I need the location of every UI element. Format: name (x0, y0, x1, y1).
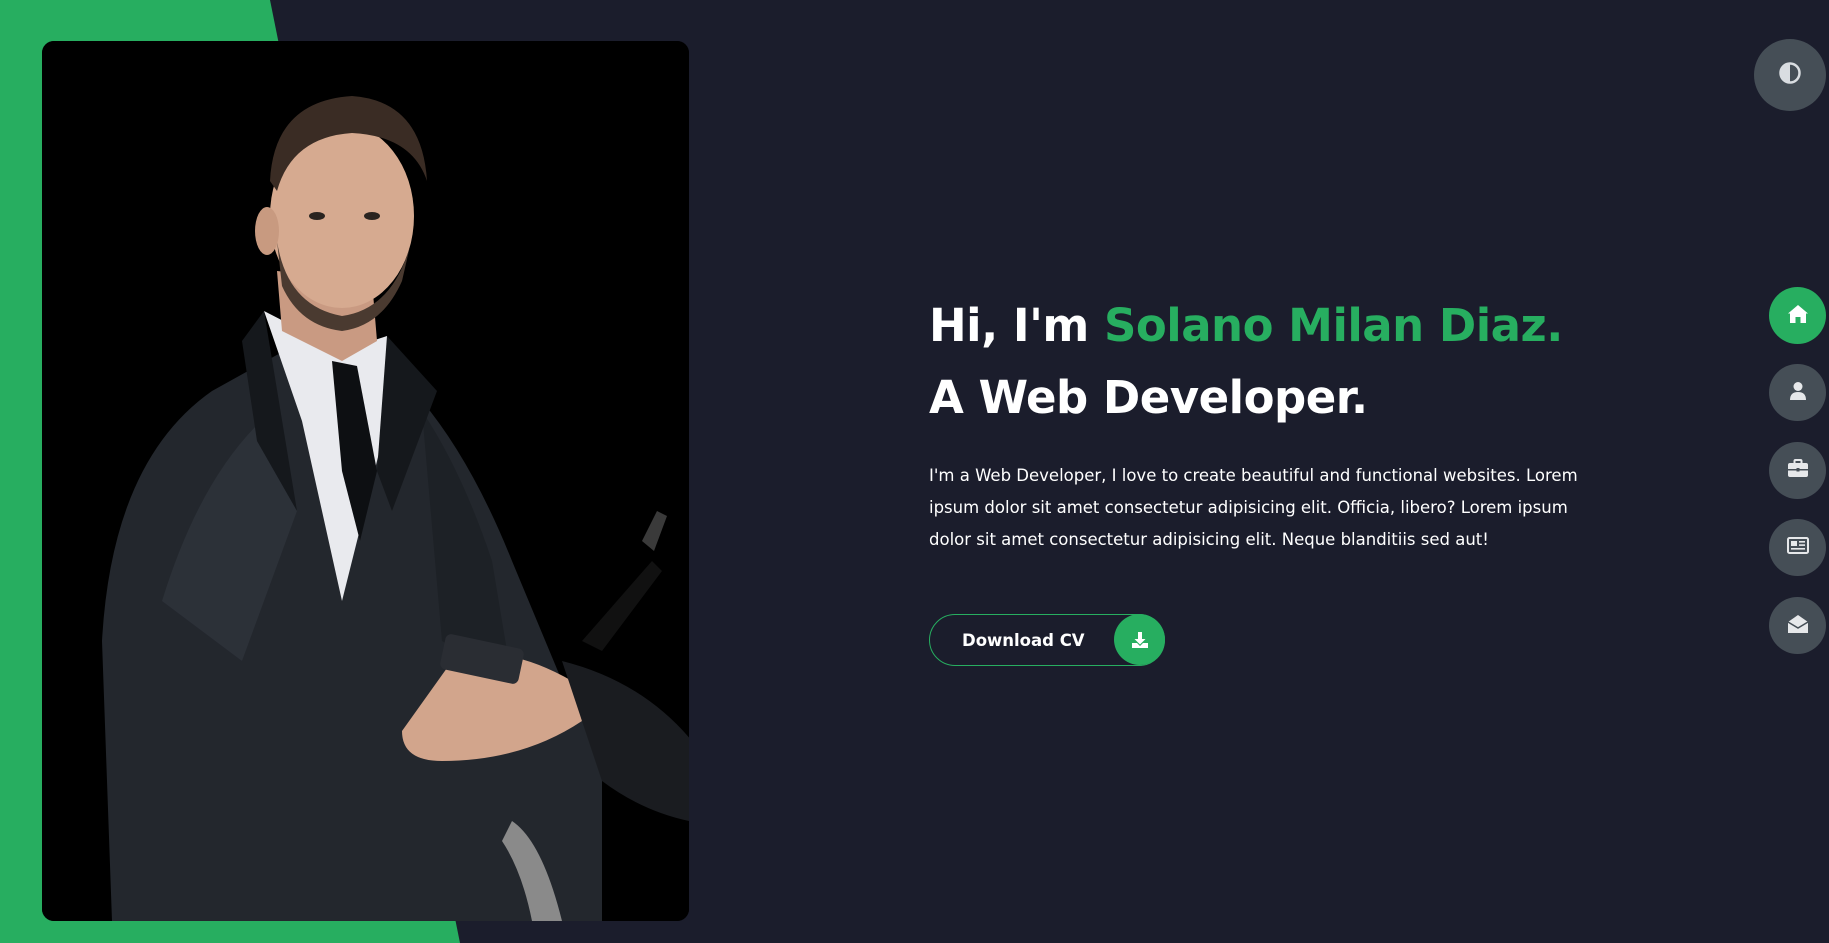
nav-contact-button[interactable] (1769, 597, 1826, 654)
name-highlight: Solano Milan Diaz. (1103, 299, 1563, 352)
hero-intro: Hi, I'm Solano Milan Diaz. A Web Develop… (929, 290, 1609, 556)
half-circle-contrast-icon (1778, 61, 1802, 89)
nav-home-button[interactable] (1769, 287, 1826, 344)
profile-photo (42, 41, 689, 921)
envelope-open-icon (1787, 614, 1809, 638)
nav-blogs-button[interactable] (1769, 519, 1826, 576)
role-text: A Web Developer. (929, 371, 1368, 424)
nav-portfolio-button[interactable] (1769, 442, 1826, 499)
nav-about-button[interactable] (1769, 364, 1826, 421)
profile-photo-illustration (42, 41, 689, 921)
user-icon (1789, 381, 1807, 405)
hero-heading: Hi, I'm Solano Milan Diaz. A Web Develop… (929, 290, 1609, 434)
hero-description: I'm a Web Developer, I love to create be… (929, 466, 1578, 549)
home-section: Hi, I'm Solano Milan Diaz. A Web Develop… (0, 0, 1829, 943)
download-cv-button[interactable]: Download CV (929, 614, 1165, 666)
briefcase-icon (1787, 459, 1809, 482)
theme-toggle-button[interactable] (1754, 39, 1826, 111)
greeting-text: Hi, I'm (929, 299, 1104, 352)
download-cv-label: Download CV (962, 630, 1085, 650)
newspaper-icon (1786, 537, 1809, 558)
home-icon (1787, 304, 1809, 328)
download-icon (1114, 614, 1165, 665)
